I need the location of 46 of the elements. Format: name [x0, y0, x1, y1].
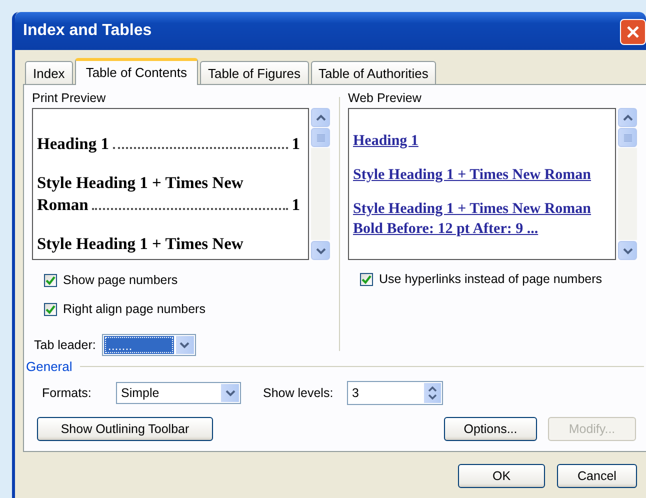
spin-field[interactable]: 3 [347, 381, 443, 405]
scrollbar[interactable] [311, 108, 330, 260]
chevron-down-icon [174, 335, 195, 355]
button[interactable]: OK [458, 464, 545, 488]
tab[interactable]: Table of Figures [200, 61, 308, 84]
toc-entry: Style Heading 1 + Times New [37, 172, 244, 194]
chevron-down-icon [316, 246, 326, 254]
link[interactable]: Heading 1 [353, 131, 418, 151]
section-label: Print Preview [32, 91, 107, 105]
link[interactable]: Style Heading 1 + Times New Roman Bold Before: 12 pt After: 9 ... [353, 199, 592, 239]
field-label: Formats: [42, 386, 92, 400]
chevron-up-icon [622, 114, 632, 122]
section-label: Web Preview [348, 91, 422, 105]
button[interactable]: Options... [444, 417, 537, 441]
checkbox-label: Use hyperlinks instead of page numbers [379, 272, 602, 286]
grip-icon [624, 134, 632, 142]
dropdown[interactable]: ....... [102, 334, 196, 356]
close-button[interactable] [620, 19, 646, 45]
window-title: Index and Tables [23, 22, 152, 40]
tab[interactable]: Table of Authorities [310, 61, 436, 84]
checkbox[interactable] [44, 274, 57, 286]
dropdown[interactable]: Simple [116, 382, 241, 404]
chevron-up-icon [316, 114, 326, 122]
toc-entry: Style Heading 1 + Times New [37, 233, 244, 255]
scrollbar[interactable] [618, 108, 637, 260]
button[interactable]: Show Outlining Toolbar [37, 417, 213, 441]
toc-entry: Roman [37, 194, 88, 216]
link[interactable]: Style Heading 1 + Times New Roman [353, 165, 592, 185]
checkbox[interactable] [44, 302, 57, 316]
checkbox-label: Right align page numbers [63, 302, 206, 316]
checkbox-label: Show page numbers [63, 273, 178, 287]
checkbox[interactable] [360, 272, 373, 286]
chevron-down-icon [220, 383, 240, 403]
page-number: 1 [292, 194, 301, 216]
tab[interactable]: Index [25, 61, 73, 84]
spin-arrows-icon [423, 382, 442, 404]
field-label: Tab leader: [34, 338, 96, 352]
section-title: General [26, 359, 72, 374]
tab[interactable]: Table of Contents [74, 58, 198, 85]
grip-icon [316, 134, 324, 142]
chevron-down-icon [622, 246, 632, 254]
page-number: 1 [292, 133, 301, 155]
button[interactable]: Cancel [557, 464, 637, 488]
close-icon [626, 25, 640, 39]
toc-entry: Heading 1 [37, 133, 109, 155]
field-label: Show levels: [263, 386, 334, 400]
